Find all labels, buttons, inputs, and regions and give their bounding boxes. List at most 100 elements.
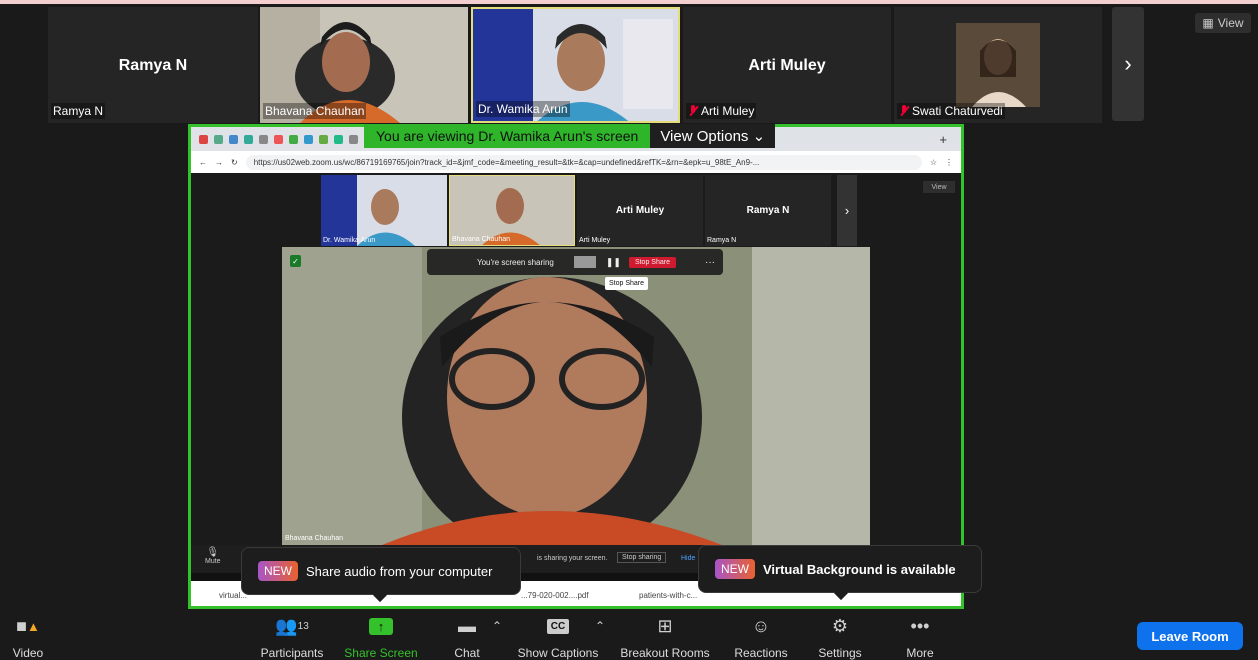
muted-mic-icon [688, 105, 699, 117]
participants-icon: 👥 13 [275, 615, 309, 636]
participant-label-text: Arti Muley [701, 104, 755, 118]
chevron-down-icon: ⌄ [752, 128, 766, 145]
participant-label: Arti Muley [579, 237, 611, 244]
speaker-video [282, 247, 870, 545]
view-label: View [1217, 16, 1244, 30]
inner-tile-arti: Arti Muley Arti Muley [577, 175, 703, 246]
participants-button[interactable]: 👥 13 Participants [258, 614, 326, 660]
pause-icon: ❚❚ [605, 256, 621, 267]
chat-icon: ▬ [458, 615, 476, 636]
participant-label: Swati Chaturvedi [897, 103, 1005, 119]
share-screen-icon: ↑ [344, 614, 418, 638]
share-screen-label: Share Screen [344, 646, 418, 660]
reactions-icon: ☺ [751, 615, 771, 636]
shared-screen: + ← → ↻ https://us02web.zoom.us/wc/8671916… [188, 124, 964, 609]
stop-share-tooltip: Stop Share [605, 277, 649, 290]
breakout-rooms-icon: ⊞ [657, 615, 673, 636]
inner-tile-bhavana: Bhavana Chauhan [449, 175, 575, 246]
participant-tile-bhavana[interactable]: Bhavana Chauhan [260, 7, 468, 123]
reload-icon[interactable]: ↻ [231, 158, 238, 167]
grid-icon: ▦ [1202, 16, 1214, 30]
reactions-label: Reactions [734, 646, 788, 660]
screen-sharing-bar: You're screen sharing ❚❚ Stop Share ··· [427, 249, 723, 275]
participant-name-large: Ramya N [118, 57, 188, 74]
video-camera-icon: ■ ▲ [16, 615, 40, 636]
participants-label: Participants [260, 646, 324, 660]
video-label: Video [12, 646, 44, 660]
chat-label: Chat [454, 646, 480, 660]
settings-button[interactable]: ⚙ Settings [814, 614, 866, 660]
participant-label: Bhavana Chauhan [452, 236, 510, 243]
chat-button[interactable]: ▬ Chat [448, 614, 486, 660]
menu-icon[interactable]: ⋮ [945, 158, 953, 167]
more-icon: ··· [705, 256, 715, 268]
gear-icon: ⚙ [831, 615, 849, 636]
stop-sharing-button: Stop sharing [617, 552, 667, 563]
inner-mute: 🎙 Mute [205, 547, 221, 565]
captions-options-chevron-icon[interactable]: ⌃ [593, 614, 607, 638]
show-captions-button[interactable]: CC Show Captions [516, 614, 600, 660]
url-field[interactable]: https://us02web.zoom.us/wc/86719169765/j… [245, 154, 922, 170]
captions-icon: CC [516, 614, 600, 638]
more-button[interactable]: ••• More [900, 614, 940, 660]
participant-label-text: Swati Chaturvedi [912, 104, 1003, 118]
shield-icon: ✓ [290, 255, 301, 267]
leave-room-button[interactable]: Leave Room [1137, 622, 1243, 650]
participant-name-large: Arti Muley [748, 57, 826, 74]
popup-text: Share audio from your computer [306, 563, 493, 579]
viewing-banner: You are viewing Dr. Wamika Arun's screen… [364, 124, 776, 148]
share-audio-popup[interactable]: NEW Share audio from your computer [241, 547, 521, 603]
popup-text: Virtual Background is available [763, 561, 956, 577]
hide-link: Hide [681, 555, 696, 562]
participant-label: Dr. Wamika Arun [476, 101, 570, 117]
main-speaker-video: ✓ Bhavana Chauhan [282, 247, 870, 545]
participant-label: Ramya N [51, 103, 106, 119]
chat-options-chevron-icon[interactable]: ⌃ [490, 614, 504, 638]
meeting-toolbar: ■ ▲ Video 👥 13 Participants ↑ Share Screen… [0, 610, 1258, 660]
participant-tile-wamika[interactable]: Dr. Wamika Arun [471, 7, 680, 123]
participant-tile-arti[interactable]: Arti Muley Arti Muley [683, 7, 891, 123]
participant-name-large: Arti Muley [615, 205, 665, 216]
share-screen-button[interactable]: ↑ Share Screen [344, 614, 418, 660]
view-button[interactable]: ▦ View [1195, 13, 1251, 33]
top-accent-line [0, 0, 1258, 4]
next-page-arrow-icon[interactable]: › [1112, 7, 1144, 121]
next-page-arrow-icon: › [837, 175, 857, 246]
sharing-status: You're screen sharing [477, 257, 554, 267]
virtual-background-popup[interactable]: NEW Virtual Background is available [698, 545, 982, 601]
viewing-message: You are viewing Dr. Wamika Arun's screen [364, 124, 651, 148]
muted-mic-icon [899, 105, 910, 117]
mic-icon: 🎙 [206, 547, 220, 558]
mute-label: Mute [205, 558, 221, 565]
participant-label: Dr. Wamika Arun [323, 237, 376, 244]
view-options-label: View Options [660, 128, 749, 145]
new-badge: NEW [715, 559, 755, 579]
breakout-rooms-button[interactable]: ⊞ Breakout Rooms [618, 614, 712, 660]
captions-label: Show Captions [517, 646, 599, 660]
address-bar: ← → ↻ https://us02web.zoom.us/wc/867191697… [191, 151, 961, 173]
stop-share-button: Stop Share [628, 256, 676, 268]
view-options-button[interactable]: View Options ⌄ [650, 124, 776, 148]
participant-video [321, 175, 447, 246]
participant-label: Arti Muley [686, 103, 757, 119]
participant-label: Ramya N [707, 237, 737, 244]
share-thumbnail [573, 256, 596, 268]
inner-tile-wamika: Dr. Wamika Arun [321, 175, 447, 246]
settings-label: Settings [818, 646, 862, 660]
sharing-notice: is sharing your screen. [537, 555, 608, 562]
new-tab-icon[interactable]: + [939, 132, 947, 147]
forward-icon[interactable]: → [215, 158, 223, 167]
participant-name-large: Ramya N [746, 205, 790, 216]
inner-view-button: View [923, 181, 955, 193]
participant-tile-ramya[interactable]: Ramya N Ramya N [48, 7, 258, 123]
more-label: More [906, 646, 934, 660]
speaker-label: Bhavana Chauhan [285, 535, 343, 542]
participant-tile-swati[interactable]: Swati Chaturvedi [894, 7, 1102, 123]
inner-zoom-window: Dr. Wamika Arun Bhavana Chauhan Arti Mul… [191, 173, 961, 573]
reactions-button[interactable]: ☺ Reactions [732, 614, 790, 660]
breakout-rooms-label: Breakout Rooms [620, 646, 710, 660]
star-icon[interactable]: ☆ [930, 158, 937, 167]
video-button[interactable]: ■ ▲ Video [6, 614, 50, 660]
participant-label: Bhavana Chauhan [263, 103, 367, 119]
back-icon[interactable]: ← [199, 158, 207, 167]
